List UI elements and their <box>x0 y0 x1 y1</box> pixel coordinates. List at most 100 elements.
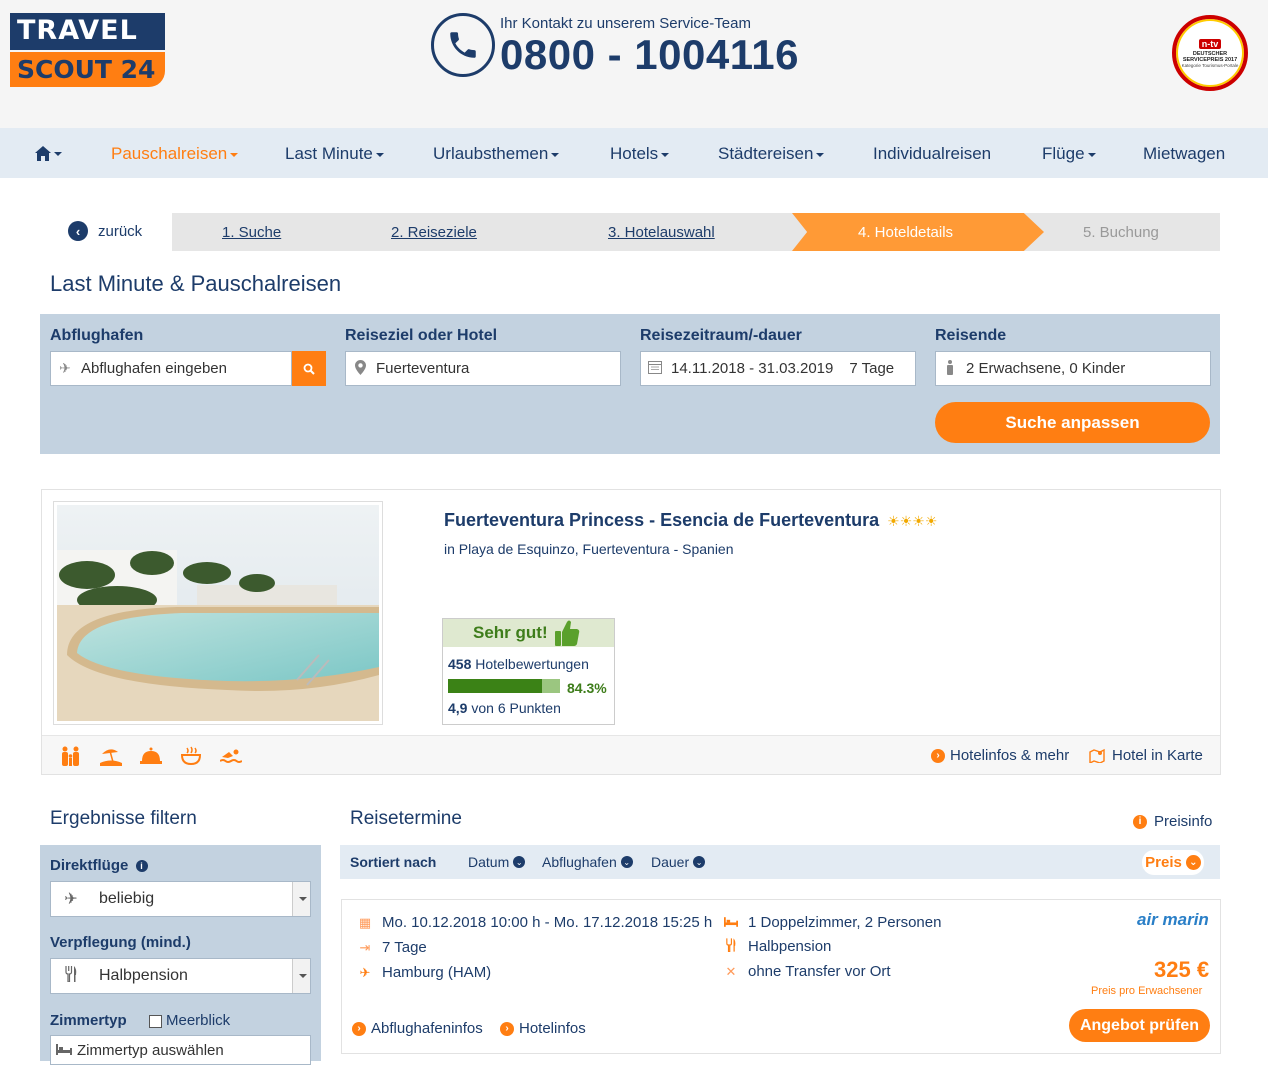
family-icon <box>60 746 82 766</box>
airport-info-link[interactable]: › Abflughafeninfos <box>352 1020 483 1037</box>
beach-icon <box>100 746 122 766</box>
bed-icon <box>724 915 738 930</box>
hotelinfos-link[interactable]: › Hotelinfos & mehr <box>931 747 1069 764</box>
travelscout24-logo[interactable]: TRAVEL SCOUT 24 <box>10 13 165 88</box>
offer-transfer-text: ohne Transfer vor Ort <box>748 963 891 980</box>
nav-label: Mietwagen <box>1143 144 1226 163</box>
step-suche[interactable]: 1. Suche <box>222 224 281 241</box>
hotel-location: in Playa de Esquinzo, Fuerteventura - Sp… <box>444 541 734 557</box>
offer-board-text: Halbpension <box>748 938 832 955</box>
destination-input[interactable]: Fuerteventura <box>345 351 621 386</box>
nav-last-minute[interactable]: Last Minute <box>285 144 384 164</box>
hotel-map-label: Hotel in Karte <box>1112 747 1203 764</box>
plane-icon: ✈ <box>59 360 71 376</box>
nav-hotels[interactable]: Hotels <box>610 144 670 164</box>
step-hotelauswahl[interactable]: 3. Hotelauswahl <box>608 224 715 241</box>
hotel-map-link[interactable]: Hotel in Karte <box>1089 747 1203 764</box>
restaurant-icon <box>180 746 202 766</box>
review-count-label: Hotelbewertungen <box>475 656 589 672</box>
swimming-icon <box>219 746 243 766</box>
plane-icon: ✈ <box>359 964 371 980</box>
contact-phone[interactable]: 0800 - 1004116 <box>500 31 799 79</box>
hotelinfos-label: Hotelinfos & mehr <box>950 747 1070 764</box>
nav-label: Individualreisen <box>873 144 992 163</box>
duration-value: 7 Tage <box>849 360 895 377</box>
offer-board: Halbpension <box>724 938 831 955</box>
room-type-label: Zimmertyp <box>50 1012 127 1029</box>
checkbox[interactable] <box>149 1014 162 1028</box>
info-icon[interactable]: i <box>135 860 148 873</box>
period-input[interactable]: 14.11.2018 - 31.03.2019 7 Tage <box>640 351 916 386</box>
filter-panel: Direktflüge i ✈ beliebig Verpflegung (mi… <box>40 845 321 1065</box>
cutlery-icon <box>724 938 738 955</box>
airport-input[interactable]: ✈ Abflughafen eingeben <box>50 351 292 386</box>
step-reiseziele[interactable]: 2. Reiseziele <box>391 224 477 241</box>
logo-bottom-text: SCOUT 24 <box>10 52 165 87</box>
info-icon: i <box>1133 814 1147 829</box>
chevron-down-icon <box>816 152 825 157</box>
destination-value: Fuerteventura <box>376 360 470 377</box>
sort-datum-label: Datum <box>468 854 510 870</box>
direct-flights-label: Direktflüge i <box>50 857 148 874</box>
main-nav: Pauschalreisen Last Minute Urlaubsthemen… <box>0 128 1268 178</box>
calendar-icon: ▦ <box>358 914 372 930</box>
review-count: 458 Hotelbewertungen <box>448 656 589 672</box>
search-submit-button[interactable]: Suche anpassen <box>935 402 1210 443</box>
home-icon[interactable] <box>35 143 62 163</box>
recommendation-bar <box>448 679 560 693</box>
travellers-input[interactable]: 2 Erwachsene, 0 Kinder <box>935 351 1211 386</box>
step-buchung: 5. Buchung <box>1083 224 1159 241</box>
award-brand: n-tv <box>1198 38 1222 49</box>
nav-individualreisen[interactable]: Individualreisen <box>873 144 991 164</box>
nav-urlaubsthemen[interactable]: Urlaubsthemen <box>433 144 560 164</box>
offer-card: ▦ Mo. 10.12.2018 10:00 h - Mo. 17.12.2018… <box>341 899 1221 1054</box>
score-label: von 6 Punkten <box>471 700 561 716</box>
step-hoteldetails: 4. Hoteldetails <box>858 224 954 241</box>
airport-search-button[interactable] <box>292 351 326 386</box>
seaview-checkbox[interactable]: Meerblick <box>149 1012 230 1029</box>
nav-pauschalreisen[interactable]: Pauschalreisen <box>111 144 239 164</box>
location-pin-icon <box>352 359 368 378</box>
preisinfo-link[interactable]: i Preisinfo <box>1133 813 1212 830</box>
board-label: Verpflegung (mind.) <box>50 934 191 951</box>
rating-box[interactable]: Sehr gut! 458 Hotelbewertungen 84.3% 4,9… <box>442 618 615 725</box>
direct-flights-select[interactable]: ✈ beliebig <box>50 881 311 917</box>
back-button[interactable]: ‹ zurück <box>68 221 142 241</box>
period-value: 14.11.2018 - 31.03.2019 <box>671 360 834 377</box>
offer-room-text: 1 Doppelzimmer, 2 Personen <box>748 914 942 931</box>
sort-dauer[interactable]: Dauer ⌄ <box>651 854 706 870</box>
sort-preis[interactable]: Preis ⌄ <box>1142 850 1204 875</box>
chevron-down-icon <box>661 152 670 157</box>
offer-dates: ▦ Mo. 10.12.2018 10:00 h - Mo. 17.12.2018… <box>358 914 712 931</box>
chevron-down-icon <box>292 882 310 916</box>
hotel-name[interactable]: Fuerteventura Princess - Esencia de Fuer… <box>444 510 937 531</box>
plane-icon: ✈ <box>64 891 78 908</box>
sort-abflughafen[interactable]: Abflughafen ⌄ <box>542 854 633 870</box>
sort-datum[interactable]: Datum ⌄ <box>468 854 526 870</box>
nav-fluege[interactable]: Flüge <box>1042 144 1096 164</box>
chevron-down-icon: ⌄ <box>693 856 706 868</box>
booking-steps: 1. Suche 2. Reiseziele 3. Hotelauswahl 4… <box>172 213 1220 251</box>
header: TRAVEL SCOUT 24 Ihr Kontakt zu unserem S… <box>0 0 1268 128</box>
check-offer-button[interactable]: Angebot prüfen <box>1069 1009 1210 1042</box>
offer-airport: ✈ Hamburg (HAM) <box>358 964 492 981</box>
logo-top-text: TRAVEL <box>10 13 165 50</box>
chevron-down-icon <box>1087 152 1096 157</box>
nav-staedtereisen[interactable]: Städtereisen <box>718 144 825 164</box>
offer-duration-text: 7 Tage <box>382 939 427 956</box>
back-label: zurück <box>98 222 143 240</box>
nav-mietwagen[interactable]: Mietwagen <box>1143 144 1225 164</box>
board-select[interactable]: Halbpension <box>50 958 311 994</box>
hotel-info-link[interactable]: › Hotelinfos <box>500 1020 586 1037</box>
score-value: 4,9 <box>448 700 468 716</box>
page-title: Last Minute & Pauschalreisen <box>50 271 342 296</box>
chevron-right-icon: › <box>931 748 945 763</box>
thumbs-up-icon <box>554 620 579 646</box>
sort-abflughafen-label: Abflughafen <box>542 854 617 870</box>
sort-dauer-label: Dauer <box>651 854 690 870</box>
hotel-footer: › Hotelinfos & mehr Hotel in Karte <box>42 735 1220 774</box>
chevron-right-icon: › <box>352 1021 366 1036</box>
hotel-name-text: Fuerteventura Princess - Esencia de Fuer… <box>444 510 880 530</box>
hotel-photo[interactable] <box>53 501 383 725</box>
bed-icon <box>51 1042 77 1059</box>
